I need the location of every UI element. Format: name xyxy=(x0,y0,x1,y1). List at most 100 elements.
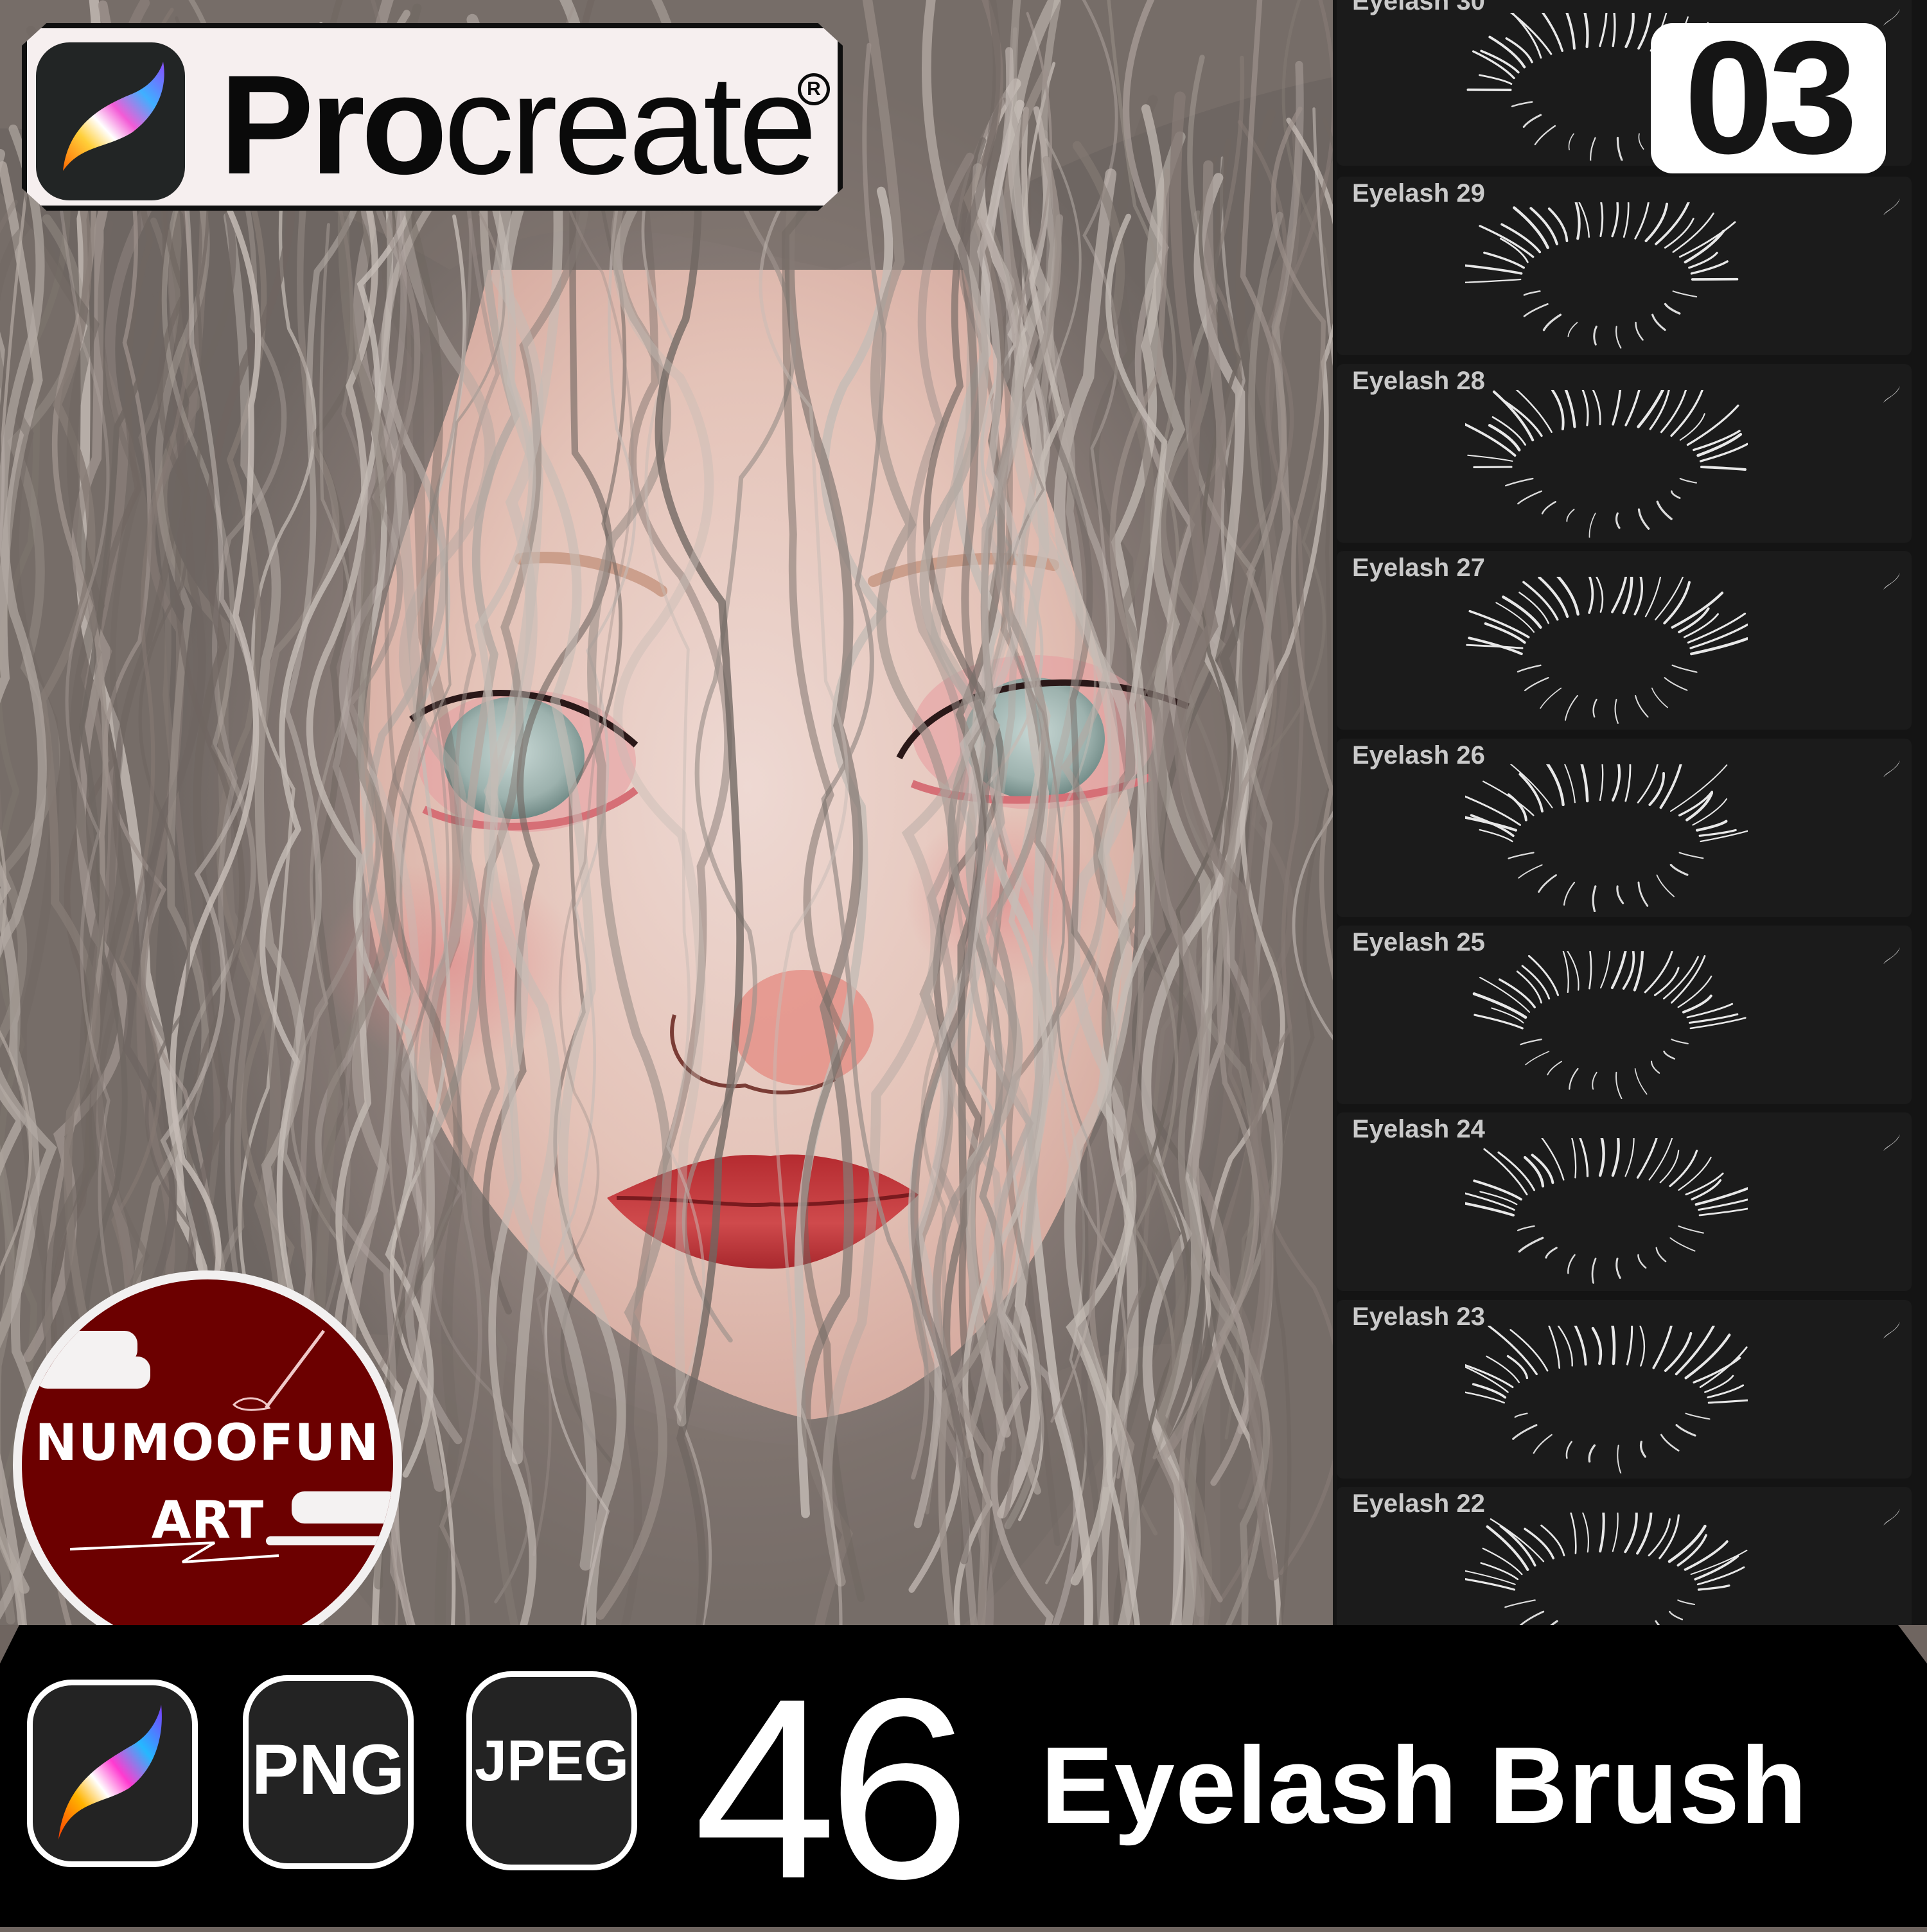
upper-lash-stroke xyxy=(1613,1138,1619,1175)
upper-lash-stroke xyxy=(1599,1513,1603,1551)
brush-item[interactable]: Eyelash 24 xyxy=(1337,1112,1912,1291)
upper-lash-stroke xyxy=(1613,1513,1618,1551)
brush-stroke-icon xyxy=(1881,1506,1903,1528)
lower-lash-stroke xyxy=(1639,509,1648,529)
upper-lash-stroke xyxy=(1599,1138,1603,1175)
lower-lash-stroke xyxy=(1568,1255,1574,1273)
brush-count: 46 xyxy=(694,1660,962,1917)
upper-lash-stroke xyxy=(1702,467,1745,470)
upper-lash-stroke xyxy=(1579,1513,1588,1552)
lower-lash-stroke xyxy=(1665,678,1687,690)
upper-lash-stroke xyxy=(1504,13,1551,54)
upper-lash-stroke xyxy=(1639,13,1650,48)
lower-lash-stroke xyxy=(1666,304,1680,313)
upper-lash-stroke xyxy=(1600,13,1607,46)
brush-item[interactable]: Eyelash 23 xyxy=(1337,1300,1912,1479)
lower-lash-stroke xyxy=(1657,875,1674,897)
upper-lash-stroke xyxy=(1465,1577,1514,1590)
lower-lash-stroke xyxy=(1518,491,1541,504)
lower-lash-stroke xyxy=(1685,1414,1709,1419)
registered-trademark-icon: R xyxy=(798,73,830,105)
upper-lash-stroke xyxy=(1499,1152,1535,1190)
lower-lash-stroke xyxy=(1617,1445,1621,1473)
upper-lash-stroke xyxy=(1553,391,1563,429)
numoofun-art-badge: NUMOOFUN ART xyxy=(13,1270,402,1625)
upper-lash-stroke xyxy=(1597,764,1603,800)
upper-lash-stroke xyxy=(1684,996,1711,1012)
lower-lash-stroke xyxy=(1513,1425,1536,1439)
upper-lash-stroke xyxy=(1638,1138,1662,1177)
lower-lash-stroke xyxy=(1567,509,1574,522)
lower-lash-stroke xyxy=(1635,696,1648,717)
lower-lash-stroke xyxy=(1547,1062,1562,1075)
upper-lash-stroke xyxy=(1568,1326,1586,1364)
lower-lash-stroke xyxy=(1565,696,1578,720)
upper-lash-stroke xyxy=(1502,764,1553,807)
brush-stroke-icon xyxy=(1881,196,1903,218)
brush-item[interactable]: Eyelash 28 xyxy=(1337,364,1912,543)
upper-lash-stroke xyxy=(1470,611,1528,637)
lower-lash-stroke xyxy=(1617,1259,1620,1278)
upper-lash-stroke xyxy=(1556,577,1578,614)
upper-lash-stroke xyxy=(1613,764,1619,800)
lower-lash-stroke xyxy=(1656,1621,1675,1625)
lower-lash-stroke xyxy=(1664,1051,1675,1058)
lower-lash-stroke xyxy=(1546,1248,1556,1258)
lower-lash-stroke xyxy=(1653,315,1665,329)
lower-lash-stroke xyxy=(1564,883,1574,905)
upper-lash-stroke xyxy=(1660,764,1684,807)
upper-lash-stroke xyxy=(1660,1150,1679,1182)
upper-lash-stroke xyxy=(1692,261,1728,274)
upper-lash-stroke xyxy=(1700,1348,1747,1387)
upper-lash-stroke xyxy=(1673,593,1722,628)
upper-lash-stroke xyxy=(1588,390,1600,425)
upper-lash-stroke xyxy=(1483,782,1533,816)
brush-item[interactable]: Eyelash 27 xyxy=(1337,551,1912,730)
lower-lash-stroke xyxy=(1615,699,1618,723)
brand-name-line2: ART xyxy=(22,1490,393,1550)
upper-lash-stroke xyxy=(1486,624,1525,642)
lower-lash-stroke xyxy=(1594,326,1597,344)
brush-item[interactable]: Eyelash 29 xyxy=(1337,177,1912,355)
upper-lash-stroke xyxy=(1699,1586,1729,1590)
brush-stroke-icon xyxy=(1881,570,1903,592)
upper-lash-stroke xyxy=(1522,966,1549,999)
lower-lash-stroke xyxy=(1590,138,1595,161)
upper-lash-stroke xyxy=(1474,994,1526,1017)
upper-lash-stroke xyxy=(1645,951,1672,992)
page-number-text: 03 xyxy=(1651,14,1886,181)
upper-lash-stroke xyxy=(1640,1326,1644,1366)
lower-lash-stroke xyxy=(1520,1611,1543,1625)
brush-item[interactable]: Eyelash 25 xyxy=(1337,926,1912,1104)
lower-lash-stroke xyxy=(1593,886,1596,911)
lower-lash-stroke xyxy=(1638,1255,1646,1268)
upper-lash-stroke xyxy=(1467,645,1522,648)
upper-lash-stroke xyxy=(1555,13,1574,48)
lower-lash-stroke xyxy=(1524,304,1547,316)
upper-lash-stroke xyxy=(1705,1376,1733,1392)
page-number-badge: 03 xyxy=(1651,23,1886,173)
format-label: JPEG xyxy=(472,1728,631,1795)
lower-lash-stroke xyxy=(1592,1259,1596,1283)
procreate-wordmark: Procreate xyxy=(220,54,813,195)
upper-lash-stroke xyxy=(1565,1138,1576,1177)
lower-lash-stroke xyxy=(1592,1073,1596,1089)
brush-item[interactable]: Eyelash 22 xyxy=(1337,1487,1912,1625)
brush-library-panel: Eyelash 30 Eyelash 29 Eyelash 28 Eyelash… xyxy=(1333,0,1927,1625)
format-badge-procreate xyxy=(27,1680,198,1867)
lower-lash-stroke xyxy=(1636,322,1643,340)
upper-lash-stroke xyxy=(1637,1513,1651,1553)
upper-lash-stroke xyxy=(1542,1525,1564,1556)
lower-lash-stroke xyxy=(1540,688,1561,708)
format-badge-png: PNG xyxy=(243,1675,414,1869)
lower-lash-stroke xyxy=(1657,1248,1666,1261)
product-title: Eyelash Brush xyxy=(1041,1725,1808,1847)
lower-lash-stroke xyxy=(1673,291,1696,297)
lower-lash-stroke xyxy=(1539,875,1556,892)
upper-lash-stroke xyxy=(1698,434,1741,455)
upper-lash-stroke xyxy=(1691,638,1747,654)
upper-lash-stroke xyxy=(1608,13,1615,46)
upper-lash-stroke xyxy=(1509,390,1551,432)
upper-lash-stroke xyxy=(1646,577,1663,617)
brush-item[interactable]: Eyelash 26 xyxy=(1337,739,1912,917)
